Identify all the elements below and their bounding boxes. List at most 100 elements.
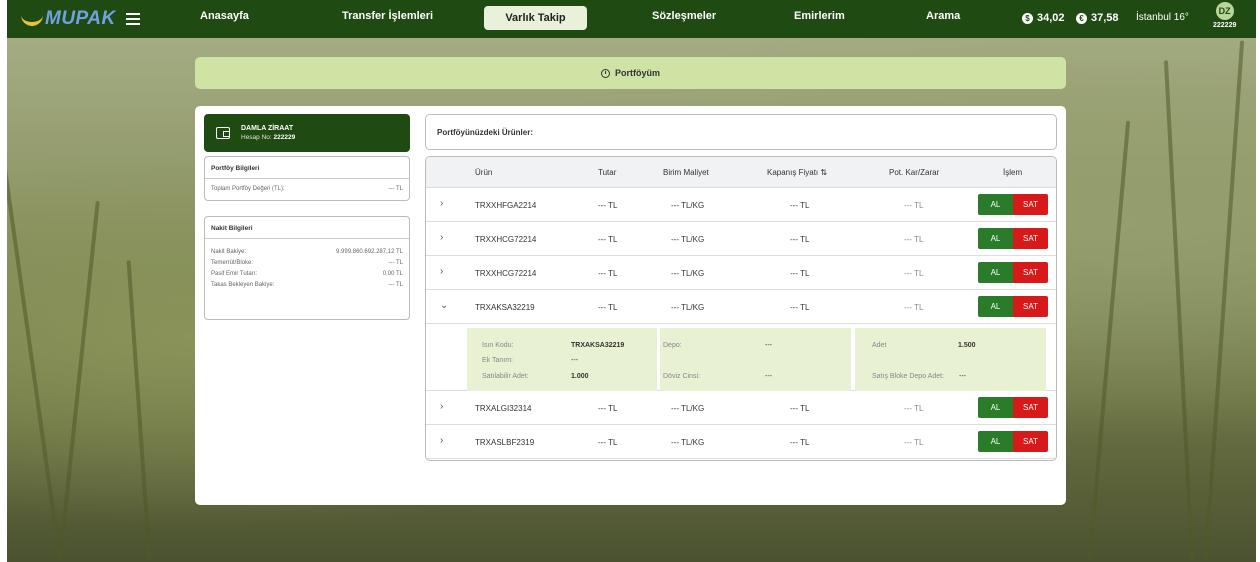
product-code: TRXXHCG72214: [475, 235, 537, 244]
table-row[interactable]: › TRXASLBF2319 --- TL --- TL/KG --- TL -…: [426, 425, 1056, 459]
nav-transfer[interactable]: Transfer İşlemleri: [342, 10, 433, 22]
product-code: TRXASLBF2319: [475, 438, 535, 447]
pnl: --- TL: [904, 303, 924, 312]
product-code: TRXXHCG72214: [475, 269, 537, 278]
unit-cost: --- TL/KG: [671, 438, 705, 447]
product-code: TRXALGI32314: [475, 404, 532, 413]
col-unit-cost: Birim Maliyet: [663, 167, 709, 177]
avatar-initials: DZ: [1215, 2, 1234, 20]
amount: --- TL: [598, 404, 618, 413]
table-header: Ürün Tutar Birim Maliyet Kapanış Fiyatı …: [426, 157, 1056, 188]
table-row[interactable]: › TRXXHCG72214 --- TL --- TL/KG --- TL -…: [426, 222, 1056, 256]
usd-rate-value: 34,02: [1037, 12, 1065, 24]
sort-icon[interactable]: ⇅: [820, 168, 827, 177]
sell-button[interactable]: SAT: [1013, 296, 1048, 317]
page-title-bar: Portföyüm: [195, 57, 1066, 89]
unit-cost: --- TL/KG: [671, 404, 705, 413]
amount: --- TL: [598, 303, 618, 312]
col-pnl: Pot. Kar/Zarar: [889, 167, 940, 177]
account-card: DAMLA ZİRAAT Hesap No: 222229: [204, 114, 410, 152]
portfolio-total-row: Toplam Portföy Değeri (TL): --- TL: [211, 186, 403, 192]
detail-panel-1: Isın Kodu: TRXAKSA32219 Ek Tanım: --- Sa…: [467, 328, 657, 391]
menu-icon[interactable]: [125, 10, 140, 28]
products-header: Portföyünüzdeki Ürünler:: [425, 114, 1057, 150]
account-name: DAMLA ZİRAAT: [241, 125, 294, 132]
unit-cost: --- TL/KG: [671, 303, 705, 312]
col-product: Ürün: [475, 167, 493, 177]
cash-info-box: Nakit Bilgileri Nakit Bakiye: 9.999.860.6…: [204, 216, 410, 320]
unit-cost: --- TL/KG: [671, 201, 705, 210]
logo-text: MUPAK: [45, 8, 116, 29]
nav-contracts[interactable]: Sözleşmeler: [652, 10, 716, 22]
user-avatar[interactable]: DZ 222229: [1213, 2, 1236, 29]
product-code: TRXXHFGA2214: [475, 201, 537, 210]
detail-panel-3: Adet 1.500 Satış Bloke Depo Adet: ---: [855, 328, 1046, 391]
table-row[interactable]: › TRXXHCG72214 --- TL --- TL/KG --- TL -…: [426, 256, 1056, 290]
account-number: Hesap No: 222229: [241, 134, 296, 141]
cash-row: Takas Bekleyen Bakiye: --- TL: [211, 282, 403, 288]
chevron-right-icon[interactable]: ›: [440, 266, 443, 277]
sell-button[interactable]: SAT: [1013, 431, 1048, 452]
amount: --- TL: [598, 201, 618, 210]
col-amount: Tutar: [598, 167, 617, 177]
nav-asset-tracking[interactable]: Varlık Takip: [484, 6, 587, 30]
pnl: --- TL: [904, 235, 924, 244]
chevron-right-icon[interactable]: ›: [440, 198, 443, 209]
close-price: --- TL: [790, 235, 810, 244]
col-action: İşlem: [1003, 167, 1023, 177]
table-row[interactable]: ⌄ TRXAKSA32219 --- TL --- TL/KG --- TL -…: [426, 290, 1056, 324]
chevron-right-icon[interactable]: ›: [440, 401, 443, 412]
nav-search[interactable]: Arama: [926, 10, 960, 22]
portfolio-card: DAMLA ZİRAAT Hesap No: 222229 Portföy Bi…: [195, 106, 1066, 505]
chevron-right-icon[interactable]: ›: [440, 232, 443, 243]
close-price: --- TL: [790, 269, 810, 278]
amount: --- TL: [598, 438, 618, 447]
sell-button[interactable]: SAT: [1013, 228, 1048, 249]
nav-orders[interactable]: Emirlerim: [794, 10, 845, 22]
table-row[interactable]: › TRXALGI32314 --- TL --- TL/KG --- TL -…: [426, 391, 1056, 425]
pnl: --- TL: [904, 201, 924, 210]
eur-rate: € 37,58: [1076, 12, 1119, 24]
buy-button[interactable]: AL: [978, 431, 1013, 452]
pnl: --- TL: [904, 269, 924, 278]
top-navigation-bar: MUPAK: [7, 0, 1256, 38]
chevron-down-icon[interactable]: ⌄: [440, 300, 448, 311]
dollar-icon: $: [1022, 12, 1033, 24]
close-price: --- TL: [790, 438, 810, 447]
buy-button[interactable]: AL: [978, 194, 1013, 215]
portfolio-info-box: Portföy Bilgileri Toplam Portföy Değeri …: [204, 156, 410, 201]
page-title: Portföyüm: [615, 68, 660, 78]
weather-text: İstanbul 16°: [1136, 12, 1189, 23]
sell-button[interactable]: SAT: [1013, 194, 1048, 215]
eur-rate-value: 37,58: [1091, 12, 1119, 24]
buy-button[interactable]: AL: [978, 296, 1013, 317]
sell-button[interactable]: SAT: [1013, 397, 1048, 418]
detail-panel-2: Depo: --- Döviz Cinsi: ---: [660, 328, 851, 391]
cash-info-title: Nakit Bilgileri: [205, 217, 409, 239]
logo-mark-icon: [21, 12, 43, 26]
cash-row: Pasif Emir Tutarı: 0,00 TL: [211, 271, 403, 277]
buy-button[interactable]: AL: [978, 228, 1013, 249]
products-table: Ürün Tutar Birim Maliyet Kapanış Fiyatı …: [425, 156, 1057, 461]
close-price: --- TL: [790, 303, 810, 312]
sell-button[interactable]: SAT: [1013, 262, 1048, 283]
isin-value: TRXAKSA32219: [571, 342, 625, 349]
amount: --- TL: [598, 235, 618, 244]
chevron-right-icon[interactable]: ›: [440, 435, 443, 446]
cash-row: Temerrüt/Bloke: --- TL: [211, 260, 403, 266]
portfolio-icon: [601, 68, 610, 78]
unit-cost: --- TL/KG: [671, 235, 705, 244]
product-code: TRXAKSA32219: [475, 303, 535, 312]
close-price: --- TL: [790, 201, 810, 210]
usd-rate: $ 34,02: [1022, 12, 1065, 24]
nav-home[interactable]: Anasayfa: [200, 10, 249, 22]
close-price: --- TL: [790, 404, 810, 413]
logo[interactable]: MUPAK: [21, 8, 116, 30]
euro-icon: €: [1076, 12, 1087, 24]
col-close-price[interactable]: Kapanış Fiyatı ⇅: [767, 168, 827, 177]
avatar-user-id: 222229: [1213, 22, 1237, 29]
buy-button[interactable]: AL: [978, 397, 1013, 418]
buy-button[interactable]: AL: [978, 262, 1013, 283]
wallet-icon: [216, 127, 230, 139]
table-row[interactable]: › TRXXHFGA2214 --- TL --- TL/KG --- TL -…: [426, 188, 1056, 222]
